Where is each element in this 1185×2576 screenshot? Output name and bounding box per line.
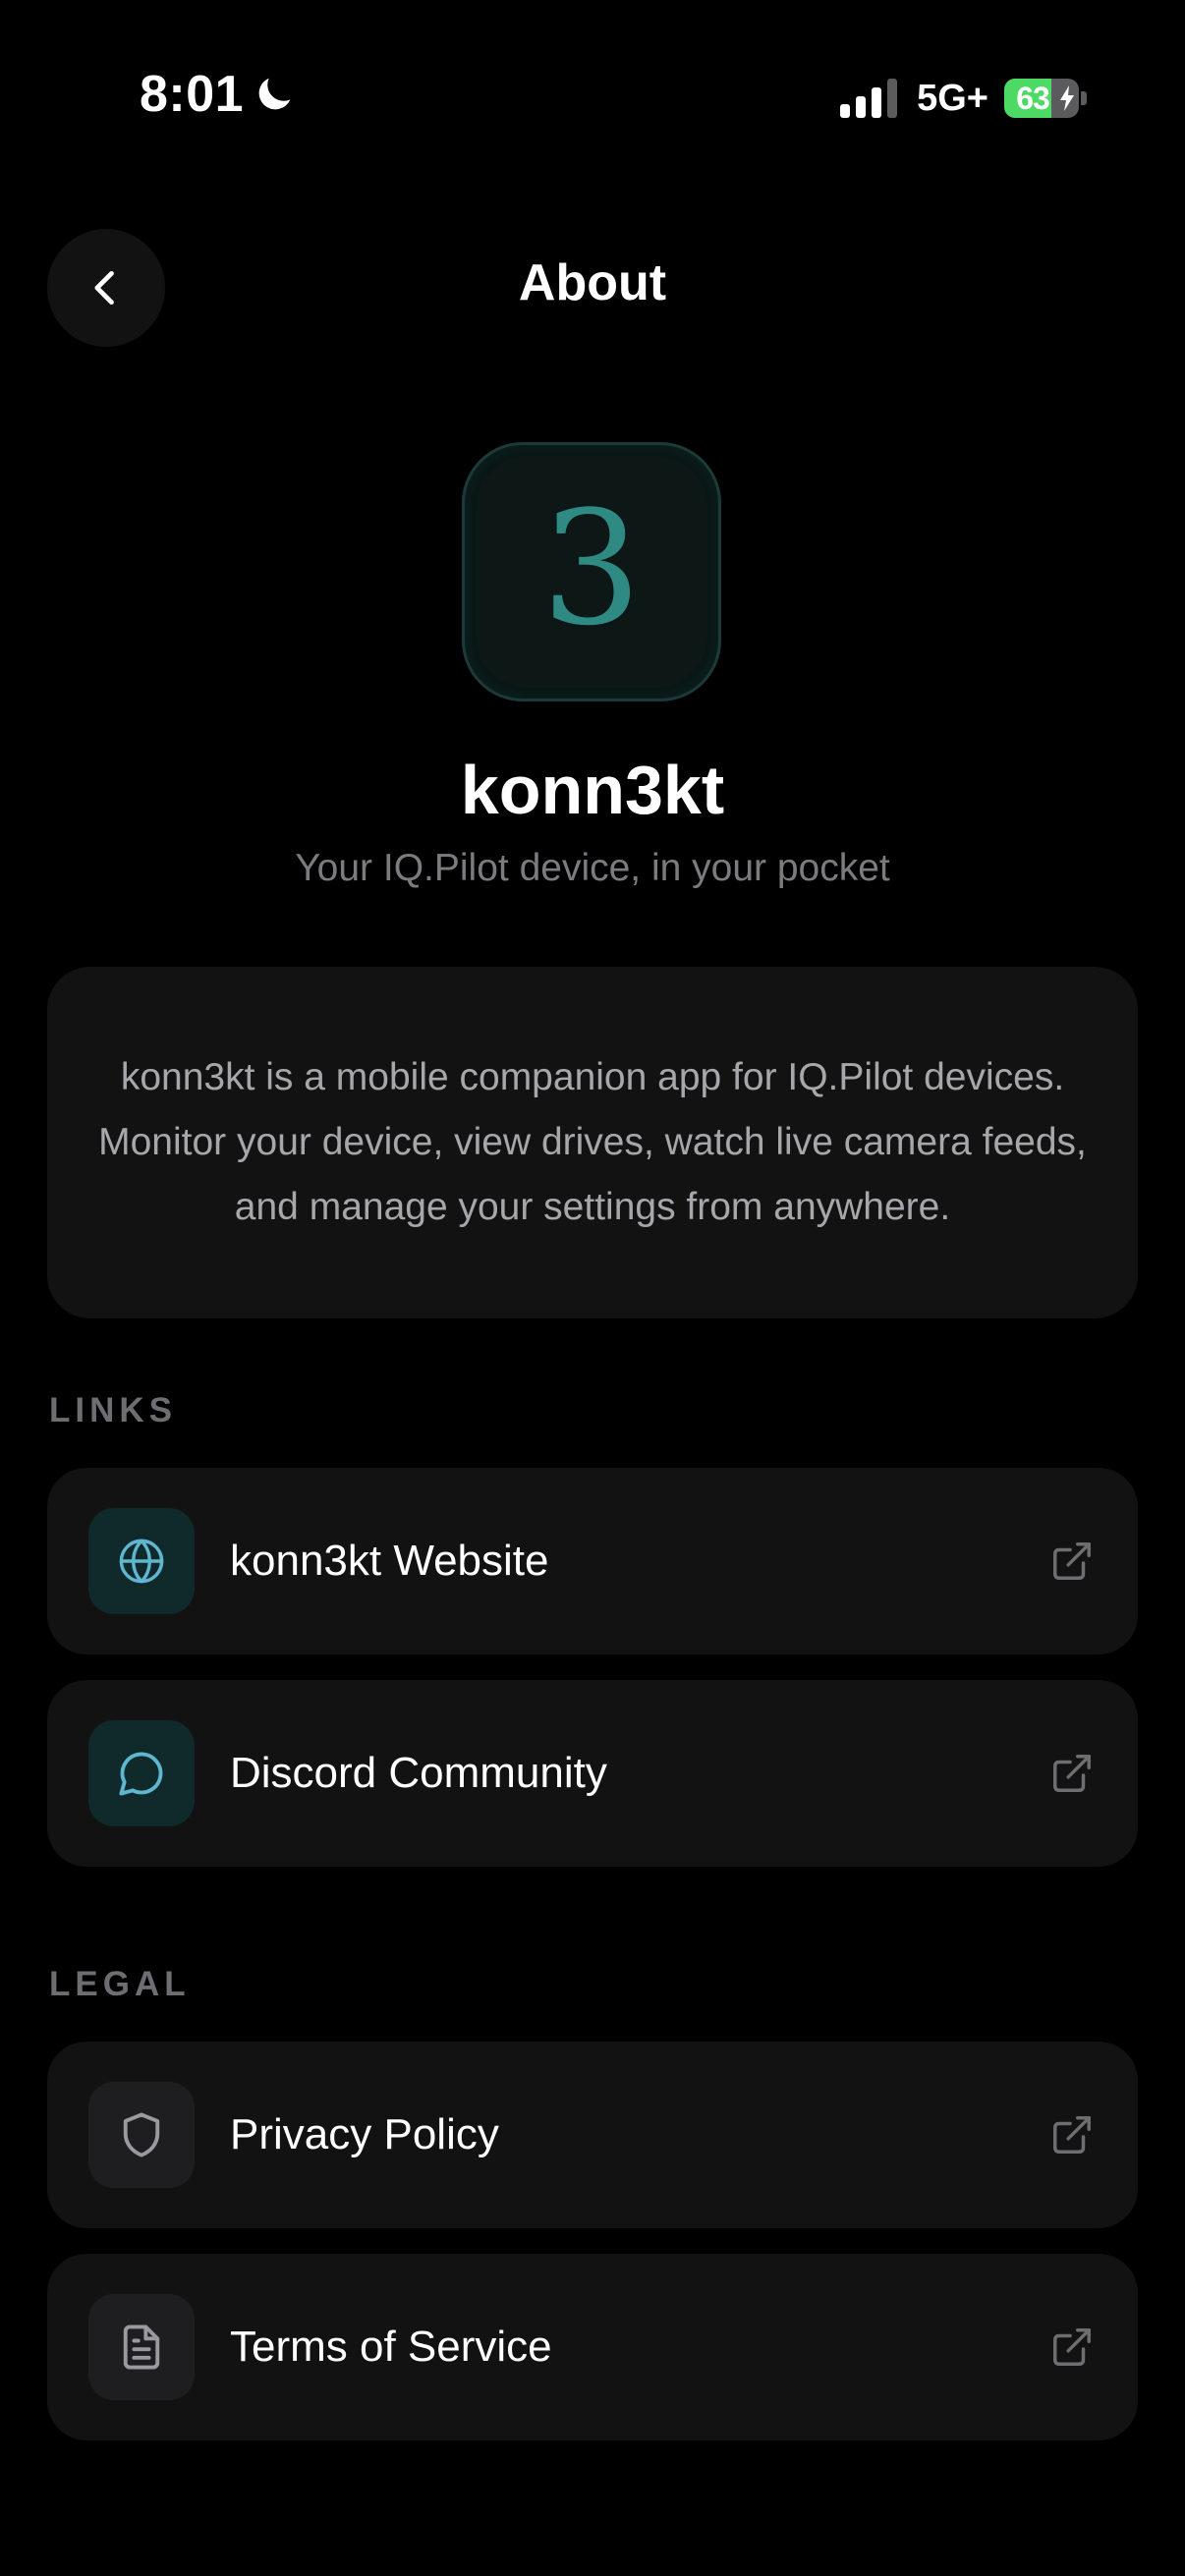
legal-label-privacy: Privacy Policy — [230, 2110, 499, 2158]
app-tagline: Your IQ.Pilot device, in your pocket — [295, 847, 890, 889]
external-link-icon — [1053, 1755, 1091, 1792]
battery-body: 63 — [1004, 79, 1079, 118]
shield-icon — [123, 2112, 160, 2157]
charging-bolt-icon — [1060, 85, 1074, 111]
document-icon — [123, 2324, 160, 2370]
battery-level: 63 — [1016, 80, 1050, 116]
external-link-icon — [1053, 2116, 1091, 2154]
app-logo-glyph: 3 — [541, 476, 642, 660]
app-logo: 3 — [462, 442, 721, 701]
row-icon-container — [88, 2294, 195, 2400]
external-link-icon — [1053, 2328, 1091, 2366]
chat-bubble-icon — [119, 1752, 163, 1796]
page-title: About — [518, 254, 667, 311]
cellular-signal-icon — [840, 79, 898, 118]
link-row-website[interactable]: konn3kt Website — [47, 1468, 1138, 1654]
status-bar: 8:01 5G+ 63 — [0, 0, 1185, 196]
legal-label-terms: Terms of Service — [230, 2323, 552, 2371]
row-icon-container — [88, 1508, 195, 1614]
link-label-discord: Discord Community — [230, 1749, 607, 1797]
globe-icon — [119, 1539, 164, 1584]
battery-indicator: 63 — [1004, 79, 1087, 118]
description-card: konn3kt is a mobile companion app for IQ… — [47, 967, 1138, 1318]
network-type: 5G+ — [917, 77, 988, 119]
row-icon-container — [88, 2082, 195, 2188]
section-label-legal: LEGAL — [49, 1965, 191, 2003]
status-indicators: 5G+ 63 — [840, 71, 1087, 126]
battery-cap — [1081, 91, 1087, 105]
app-description: konn3kt is a mobile companion app for IQ… — [98, 1056, 1087, 1228]
status-time-text: 8:01 — [140, 66, 245, 123]
link-row-discord[interactable]: Discord Community — [47, 1680, 1138, 1867]
external-link-icon — [1053, 1542, 1091, 1580]
status-time: 8:01 — [140, 65, 297, 124]
legal-row-privacy[interactable]: Privacy Policy — [47, 2042, 1138, 2228]
moon-icon — [258, 78, 291, 110]
legal-row-terms[interactable]: Terms of Service — [47, 2254, 1138, 2440]
link-label-website: konn3kt Website — [230, 1537, 549, 1585]
app-name: konn3kt — [460, 752, 725, 828]
section-label-links: LINKS — [49, 1391, 177, 1429]
row-icon-container — [88, 1720, 195, 1826]
app-logo-inner: 3 — [476, 456, 707, 688]
